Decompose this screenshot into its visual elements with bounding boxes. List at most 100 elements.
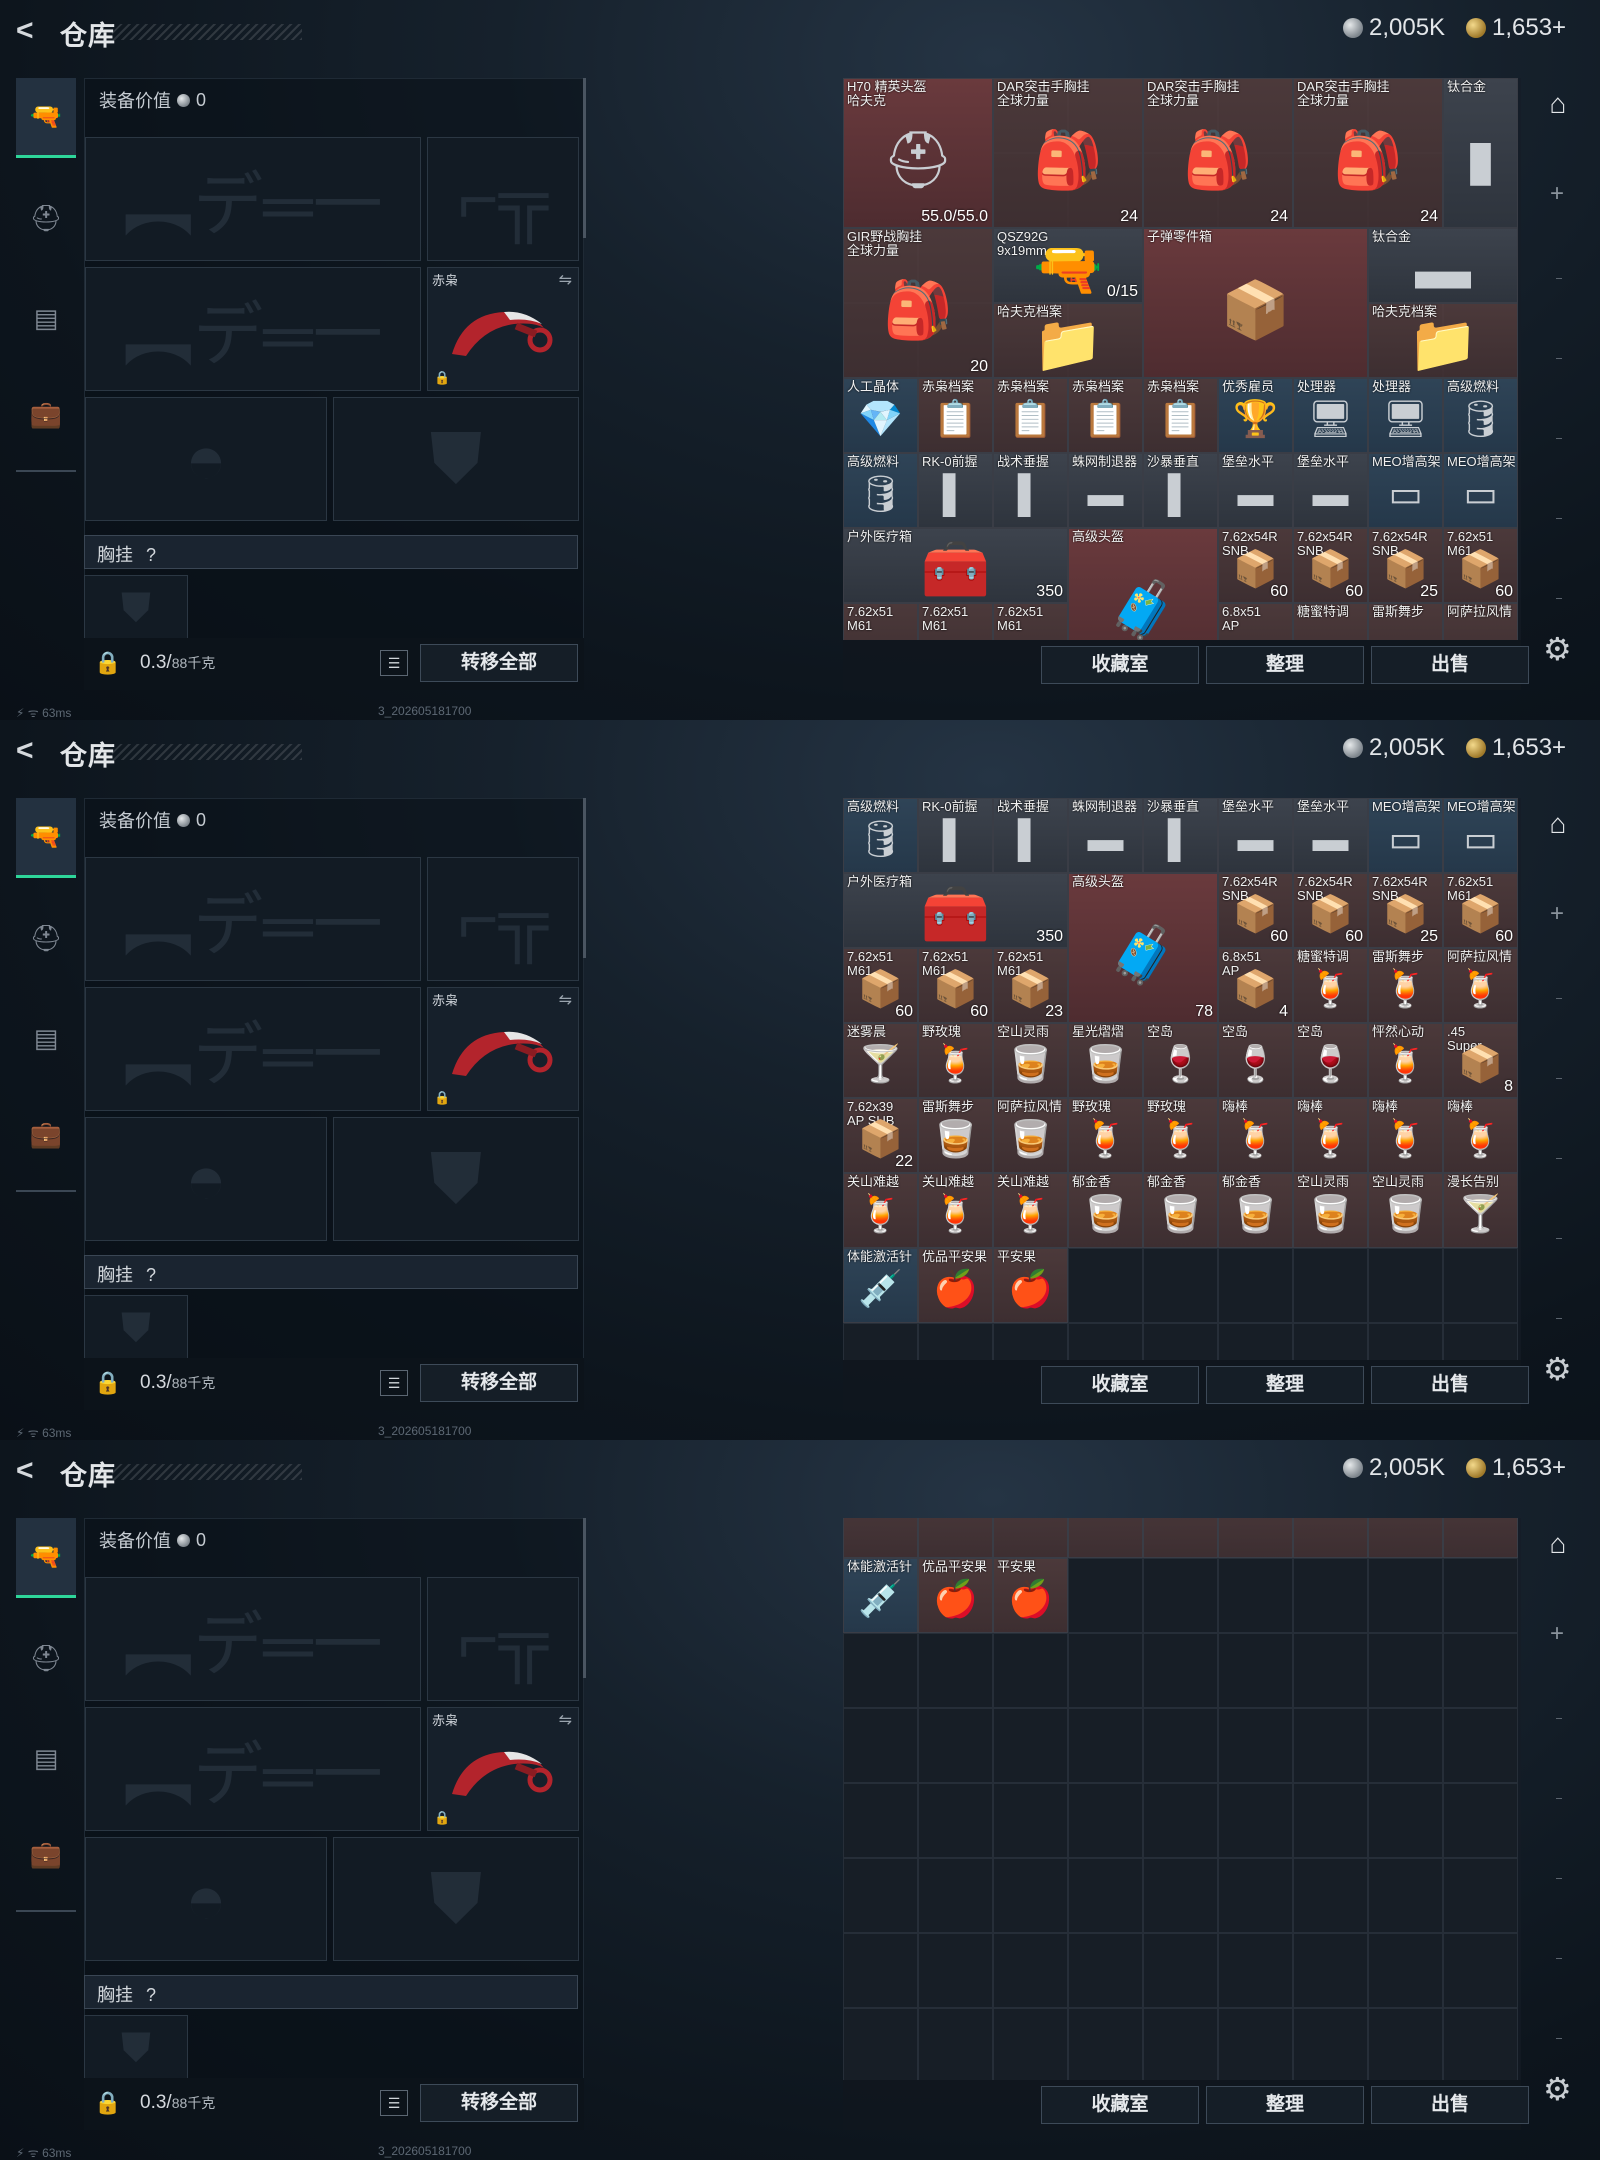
tab-slot-marker[interactable] [1556,278,1562,279]
helmet-slot[interactable]: ◓ [85,1837,327,1961]
sort-button[interactable]: 整理 [1206,2086,1364,2124]
empty-grid-cell[interactable] [918,1323,993,1360]
item-drink[interactable] [1218,1518,1293,1558]
swap-icon[interactable]: ⇋ [559,270,572,290]
item-drink[interactable]: 嗨棒 🍹 [1293,1098,1368,1173]
empty-grid-cell[interactable] [1218,1783,1293,1858]
nav-weapon-icon[interactable]: 🔫 [16,78,76,158]
transfer-all-button[interactable]: 转移全部 [420,644,578,682]
nav-rig-icon[interactable]: ▤ [16,998,76,1078]
list-icon[interactable]: ☰ [380,1370,408,1396]
armor-slot[interactable]: ⛊ [333,1837,579,1961]
item-mount[interactable]: MEO增高架 ▭ [1443,453,1518,528]
item-ammo-box[interactable]: .45 Super 📦 8 [1443,1023,1518,1098]
empty-grid-cell[interactable] [1068,1248,1143,1323]
empty-grid-cell[interactable] [993,1933,1068,2008]
swap-icon[interactable]: ⇋ [559,990,572,1010]
empty-grid-cell[interactable] [1218,1558,1293,1633]
chest-rig-header[interactable]: 胸挂 ? [84,1975,578,2009]
empty-grid-cell[interactable] [1143,2008,1218,2080]
empty-grid-cell[interactable] [1443,1323,1518,1360]
empty-grid-cell[interactable] [1143,1858,1218,1933]
tab-slot-marker[interactable] [1556,1718,1562,1719]
empty-grid-cell[interactable] [843,2008,918,2080]
armor-slot[interactable]: ⛊ [333,1117,579,1241]
item-ammo-box[interactable]: 7.62x54R SNB 📦 25 [1368,873,1443,948]
empty-grid-cell[interactable] [1068,1323,1143,1360]
item-muzzle[interactable]: 蛛网制退器 ▬ [1068,798,1143,873]
empty-grid-cell[interactable] [1293,1248,1368,1323]
tab-slot-marker[interactable] [1556,518,1562,519]
gold-currency[interactable]: 1,653+ [1466,1454,1566,1482]
nav-weapon-icon[interactable]: 🔫 [16,1518,76,1598]
melee-slot[interactable]: 赤枭 ⇋ 🔒 [427,1707,579,1831]
item-drink[interactable]: 雷斯舞步 [1368,603,1443,640]
empty-grid-cell[interactable] [1443,1858,1518,1933]
item-ammo-box[interactable]: 7.62x54R SNB 📦 60 [1293,528,1368,603]
empty-grid-cell[interactable] [918,2008,993,2080]
empty-grid-cell[interactable] [1143,1633,1218,1708]
add-tab-icon[interactable]: + [1550,900,1564,928]
chest-rig-slot[interactable]: ⛊ [84,575,188,641]
item-drink[interactable]: 野玫瑰 🍹 [918,1023,993,1098]
item-drink[interactable] [1368,1518,1443,1558]
secondary-weapon-slot[interactable]: ︻デ═一 [85,1707,421,1831]
tab-slot-marker[interactable] [1556,1158,1562,1159]
lock-icon[interactable]: 🔒 [94,1370,121,1396]
item-drink[interactable]: 雷斯舞步 🥃 [918,1098,993,1173]
item-mount[interactable]: MEO增高架 ▭ [1368,798,1443,873]
item-injector[interactable]: 体能激活针 💉 [843,1248,918,1323]
item-ammo-box[interactable]: 7.62x51 M61 [918,603,993,640]
item-ammo-box[interactable]: 7.62x54R SNB 📦 25 [1368,528,1443,603]
collection-button[interactable]: 收藏室 [1041,646,1199,684]
item-drink[interactable]: 空山灵雨 🥃 [1368,1173,1443,1248]
collection-button[interactable]: 收藏室 [1041,1366,1199,1404]
lock-icon[interactable]: 🔒 [94,2090,121,2116]
item-titanium[interactable]: 钛合金 ▮ [1443,78,1518,228]
item-drink[interactable]: 野玫瑰 🍹 [1143,1098,1218,1173]
pistol-slot[interactable]: ⌐╦ [427,857,579,981]
item-drink[interactable]: 嗨棒 🍹 [1368,1098,1443,1173]
item-document[interactable]: 赤枭档案 📋 [1068,378,1143,453]
empty-grid-cell[interactable] [1143,1323,1218,1360]
nav-backpack-icon[interactable]: 💼 [16,374,76,454]
empty-grid-cell[interactable] [918,1633,993,1708]
back-arrow-icon[interactable]: < [16,16,46,46]
empty-grid-cell[interactable] [1143,1248,1218,1323]
item-chest-rig[interactable]: DAR突击手胸挂 全球力量 🎒 24 [1293,78,1443,228]
item-trophy[interactable]: 优秀雇员 🏆 [1218,378,1293,453]
warehouse-grid[interactable]: H70 精英头盔 哈夫克 ⛑ 55.0/55.0 DAR突击手胸挂 全球力量 🎒 24 DAR突… [843,78,1521,640]
item-document[interactable]: 哈夫克档案 📁 [1368,303,1518,378]
helmet-slot[interactable]: ◓ [85,1117,327,1241]
item-drink[interactable]: 空岛 🍷 [1293,1023,1368,1098]
empty-grid-cell[interactable] [1368,1558,1443,1633]
item-drink[interactable]: 雷斯舞步 🍹 [1368,948,1443,1023]
empty-grid-cell[interactable] [1218,1708,1293,1783]
item-chest-rig[interactable]: DAR突击手胸挂 全球力量 🎒 24 [993,78,1143,228]
sell-button[interactable]: 出售 [1371,646,1529,684]
empty-grid-cell[interactable] [1218,2008,1293,2080]
item-drink[interactable]: 星光熠熠 🥃 [1068,1023,1143,1098]
empty-grid-cell[interactable] [1143,1708,1218,1783]
primary-weapon-slot[interactable]: ︻デ═一 [85,137,421,261]
item-ammo-box[interactable]: 7.62x54R SNB 📦 60 [1218,528,1293,603]
item-medkit[interactable]: 户外医疗箱 🧰 350 [843,873,1068,948]
item-grip[interactable]: 沙暴垂直 ▌ [1143,453,1218,528]
nav-rig-icon[interactable]: ▤ [16,278,76,358]
chest-rig-slot[interactable]: ⛊ [84,1295,188,1361]
empty-grid-cell[interactable] [1368,1933,1443,2008]
item-drink[interactable] [843,1518,918,1558]
empty-grid-cell[interactable] [1443,1783,1518,1858]
item-grip[interactable]: RK-0前握 ▌ [918,798,993,873]
empty-grid-cell[interactable] [1218,1933,1293,2008]
item-drink[interactable]: 阿萨拉风情 🍹 [1443,948,1518,1023]
warehouse-tab-icon[interactable]: ⌂ [1538,808,1578,848]
item-grip[interactable]: 堡垒水平 ▬ [1218,453,1293,528]
item-chest-rig[interactable]: DAR突击手胸挂 全球力量 🎒 24 [1143,78,1293,228]
item-drink[interactable] [1143,1518,1218,1558]
item-drink[interactable]: 郁金香 🥃 [1068,1173,1143,1248]
item-ammo-box[interactable]: 7.62x54R SNB 📦 60 [1218,873,1293,948]
item-grip[interactable]: 堡垒水平 ▬ [1218,798,1293,873]
empty-grid-cell[interactable] [993,1323,1068,1360]
item-drink[interactable]: 阿萨拉风情 🥃 [993,1098,1068,1173]
